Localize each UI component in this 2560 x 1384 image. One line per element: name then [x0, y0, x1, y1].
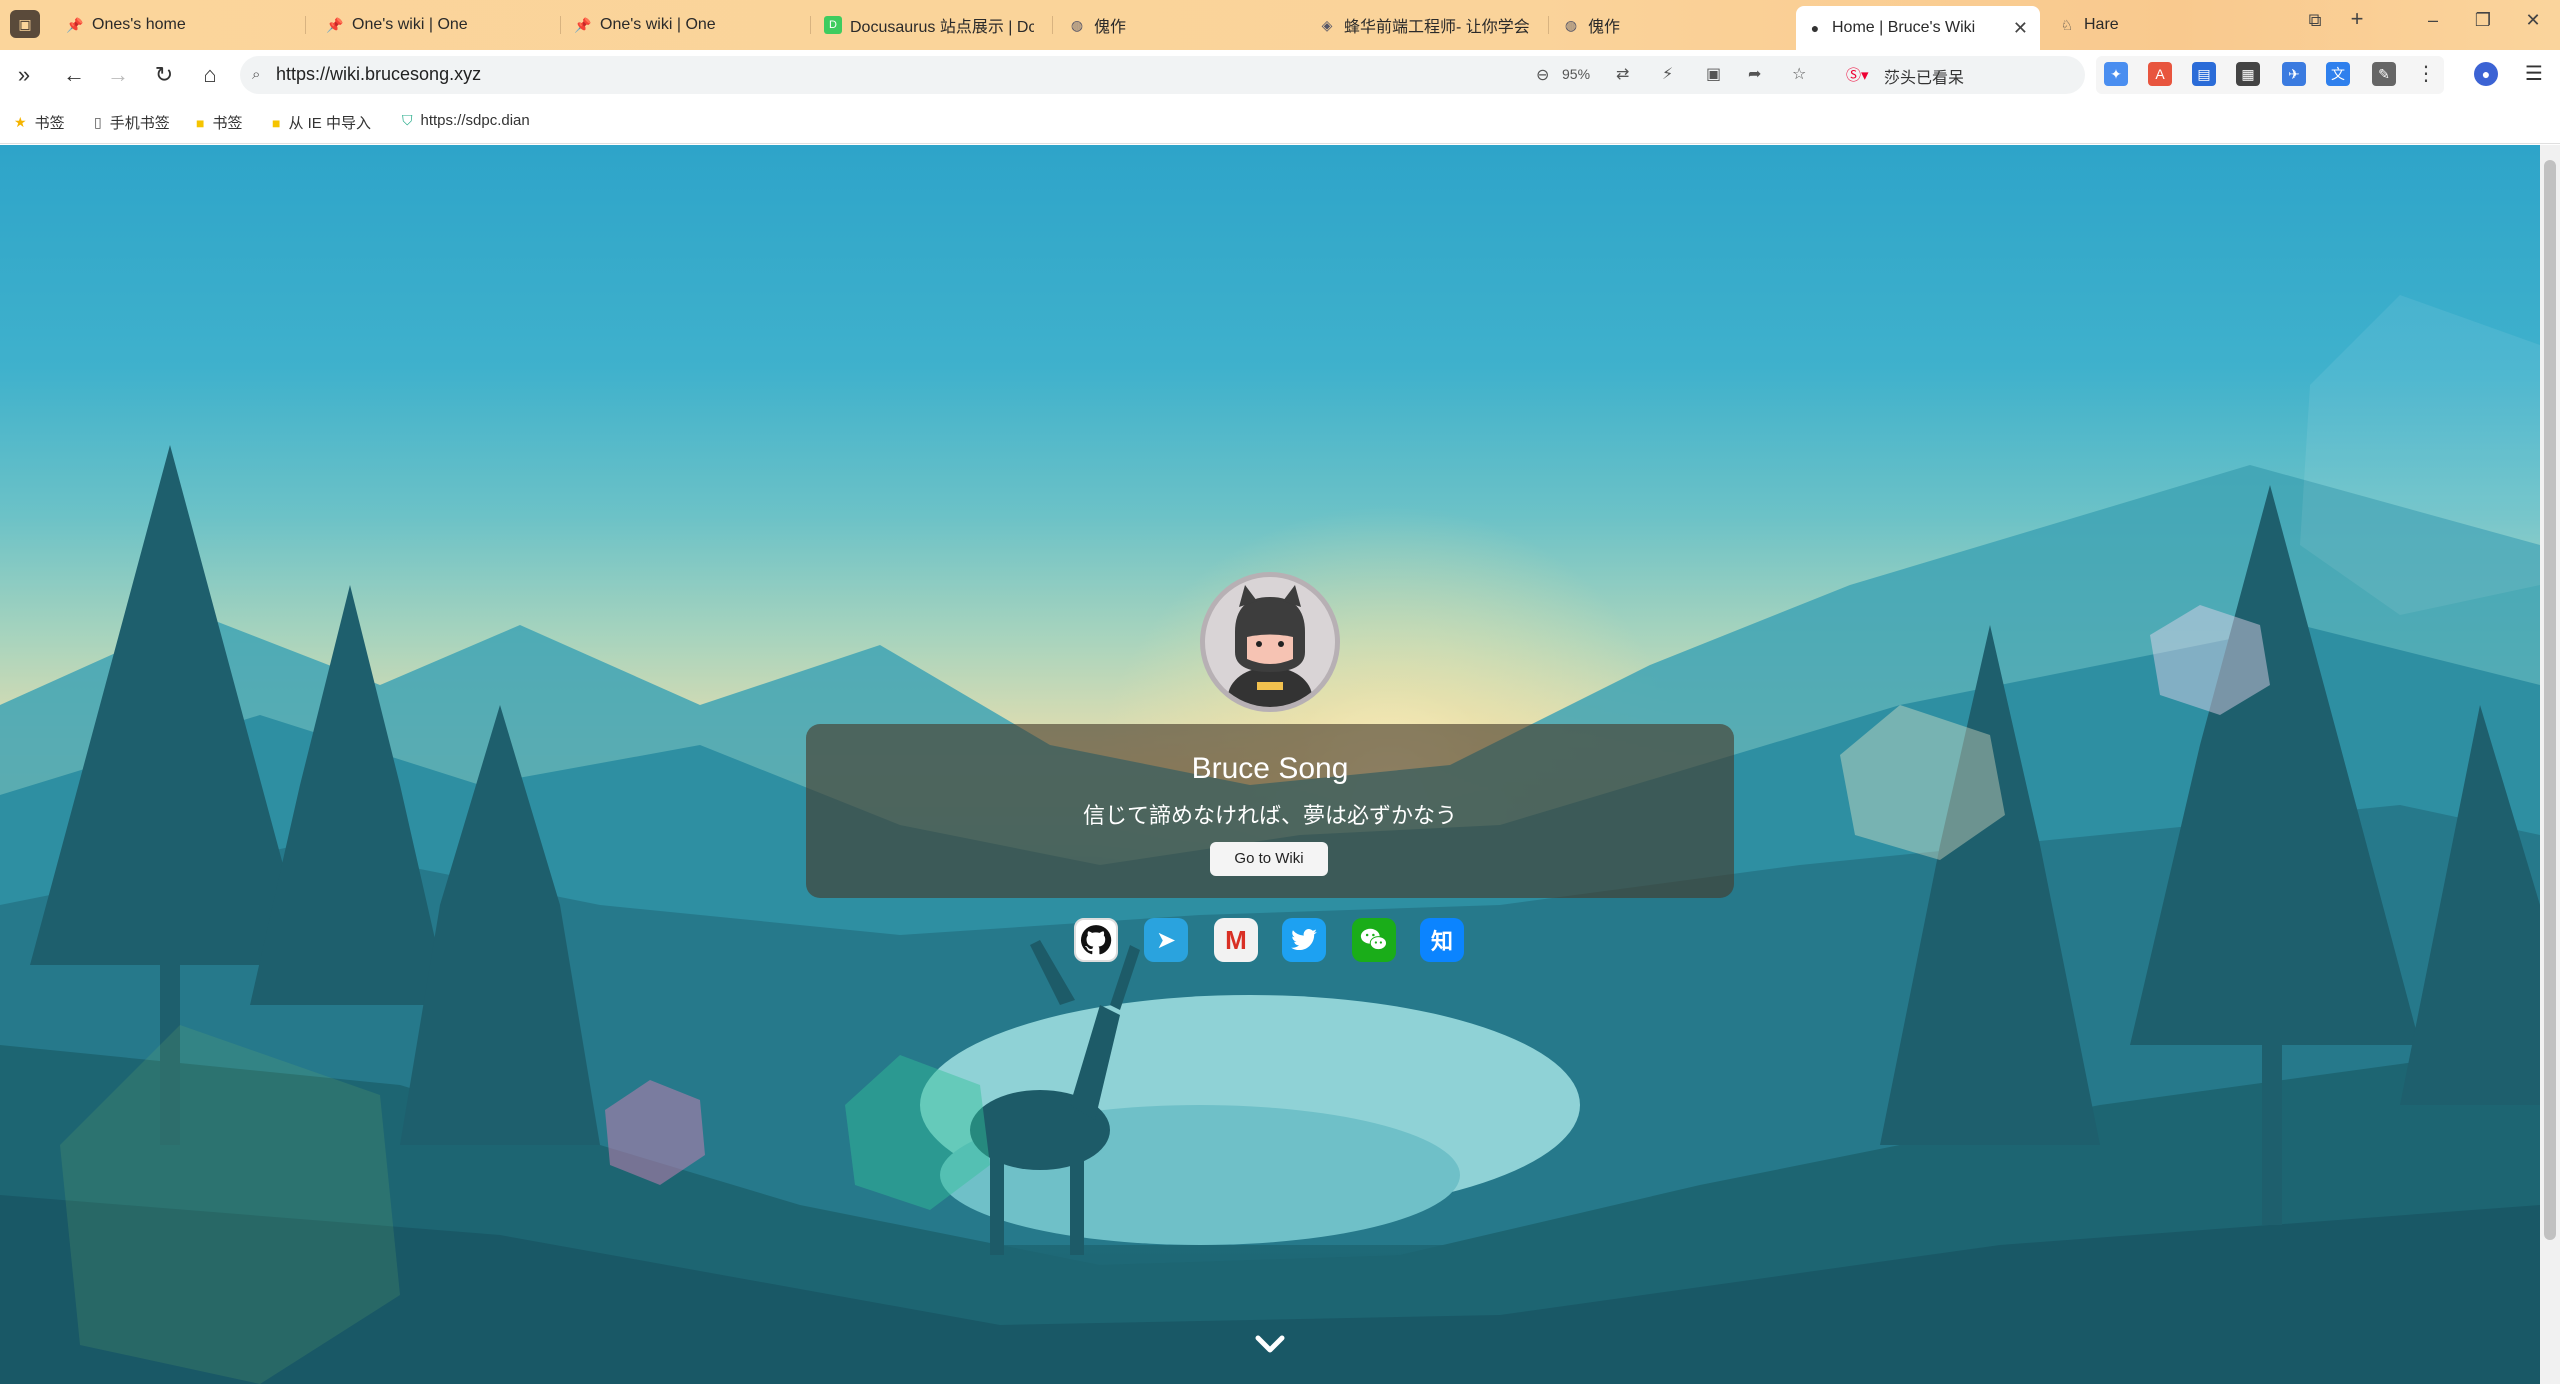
- close-window-icon[interactable]: ✕: [2518, 10, 2548, 31]
- tab-label: 蜂华前端工程师- 让你学会: [1344, 19, 1530, 36]
- site-icon: ◈: [1321, 16, 1333, 33]
- forward-icon[interactable]: →: [104, 61, 132, 89]
- star-icon: ★: [14, 114, 27, 130]
- tab-label: Hare: [2084, 16, 2119, 33]
- tab-kuizuo-2[interactable]: ◍ 傀作: [1562, 7, 1792, 43]
- pin-icon: 📌: [66, 16, 84, 33]
- new-tab-icon[interactable]: +: [2342, 6, 2372, 32]
- profile-motto: 信じて諦めなければ、夢は必ずかなう: [1082, 803, 1457, 828]
- share-icon[interactable]: ➦: [1748, 64, 1761, 84]
- sidebar-toggle-icon[interactable]: ▣: [10, 10, 40, 38]
- go-to-wiki-button[interactable]: Go to Wiki: [1210, 842, 1328, 876]
- batman-icon: ●: [1810, 20, 1820, 36]
- search-icon: ⌕: [252, 66, 261, 83]
- tab-label: 傀作: [1588, 19, 1621, 36]
- tab-label: Docusaurus 站点展示 | Dc: [850, 19, 1034, 36]
- docusaurus-icon: D: [824, 16, 842, 34]
- tab-divider: [1052, 16, 1053, 34]
- hare-icon: ♘: [2060, 16, 2074, 33]
- bookmark-item[interactable]: ▯ 手机书签: [94, 112, 170, 133]
- more-menu-icon[interactable]: ⋮: [2414, 62, 2438, 86]
- scrollbar-thumb[interactable]: [2544, 160, 2556, 1240]
- tab-hare[interactable]: ♘ Hare: [2058, 7, 2288, 43]
- anime-avatar-icon: ◍: [1070, 16, 1084, 33]
- folder-icon: ■: [272, 114, 281, 131]
- profile-avatar-icon[interactable]: ●: [2474, 62, 2498, 86]
- phone-icon: ▯: [94, 114, 102, 130]
- zhihu-icon[interactable]: 知: [1420, 918, 1464, 962]
- github-logo: [1080, 925, 1112, 955]
- zhihu-glyph: 知: [1430, 929, 1453, 954]
- tab-docusaurus[interactable]: D Docusaurus 站点展示 | Dc: [824, 7, 1034, 43]
- lightning-icon[interactable]: ⚡: [1662, 64, 1673, 84]
- search-engine-icon[interactable]: Ⓢ▾: [1846, 64, 1869, 85]
- bookmark-folder[interactable]: ■ 从 IE 中导入: [272, 112, 371, 133]
- wechat-icon[interactable]: [1352, 918, 1396, 962]
- extension-sign-icon[interactable]: ✎: [2372, 62, 2396, 86]
- anime-avatar-icon: ◍: [1564, 16, 1578, 33]
- tab-fenghua[interactable]: ◈ 蜂华前端工程师- 让你学会: [1318, 7, 1534, 43]
- tab-label: Ones's home: [92, 16, 186, 33]
- github-icon[interactable]: [1074, 918, 1118, 962]
- shield-icon: ⛉: [402, 112, 413, 128]
- back-icon[interactable]: ←: [60, 61, 88, 89]
- batman-avatar-illustration: [1228, 585, 1312, 707]
- tab-ones-home[interactable]: 📌 Ones's home: [66, 7, 296, 43]
- bookmark-item[interactable]: ⛉ https://sdpc.dian: [402, 112, 548, 129]
- bookmarks-bar: [0, 100, 2560, 144]
- tab-ones-wiki-2[interactable]: 📌 One's wiki | One: [574, 7, 804, 43]
- tab-divider: [1548, 16, 1549, 34]
- restore-icon[interactable]: ❐: [2468, 10, 2498, 31]
- extension-bird-icon[interactable]: ✈: [2282, 62, 2306, 86]
- pin-icon: 📌: [574, 16, 592, 33]
- extension-wallet-icon[interactable]: ▤: [2192, 62, 2216, 86]
- tab-ones-wiki-1[interactable]: 📌 One's wiki | One: [326, 7, 556, 43]
- telegram-icon[interactable]: ➤: [1144, 918, 1188, 962]
- tab-bruces-wiki[interactable]: ● Home | Bruce's Wiki ✕: [1796, 6, 2040, 50]
- url-text[interactable]: https://wiki.brucesong.xyz: [276, 64, 481, 85]
- bookmark-item[interactable]: ★ 书签: [14, 112, 65, 133]
- reader-icon[interactable]: ▣: [1706, 64, 1721, 84]
- twitter-icon[interactable]: [1282, 918, 1326, 962]
- tab-divider: [810, 16, 811, 34]
- tab-label: 傀作: [1094, 19, 1127, 36]
- avatar: [1200, 572, 1340, 712]
- tab-divider: [560, 16, 561, 34]
- search-engine-label[interactable]: 莎头已看呆: [1884, 64, 1964, 88]
- close-tab-icon[interactable]: ✕: [2013, 18, 2028, 39]
- bookmark-folder[interactable]: ■ 书签: [196, 112, 242, 133]
- address-bar[interactable]: [240, 56, 2085, 94]
- tab-label: Home | Bruce's Wiki: [1832, 19, 1976, 36]
- minimize-icon[interactable]: –: [2418, 10, 2448, 31]
- twitter-bird: [1291, 929, 1317, 951]
- zoom-level[interactable]: 95%: [1562, 66, 1590, 82]
- main-menu-icon[interactable]: ☰: [2522, 62, 2546, 86]
- tab-kuizuo-1[interactable]: ◍ 傀作: [1068, 7, 1298, 43]
- sidebar-expand-icon[interactable]: »: [10, 61, 38, 89]
- extension-translate-icon[interactable]: 文: [2326, 62, 2350, 86]
- pin-icon: 📌: [326, 16, 344, 33]
- folder-icon: ■: [196, 114, 205, 131]
- bookmark-star-icon[interactable]: ☆: [1792, 64, 1806, 84]
- home-icon[interactable]: ⌂: [196, 61, 224, 89]
- tab-label: One's wiki | One: [352, 16, 468, 33]
- translate-icon[interactable]: ⇄: [1616, 64, 1629, 84]
- tab-divider: [305, 16, 306, 34]
- extension-ai-icon[interactable]: ✦: [2104, 62, 2128, 86]
- zoom-icon[interactable]: ⊖: [1536, 65, 1549, 85]
- scroll-down-chevron-icon[interactable]: [1250, 1330, 1290, 1360]
- profile-name: Bruce Song: [1191, 752, 1349, 785]
- tab-overview-icon[interactable]: ⧉: [2300, 10, 2330, 31]
- wechat-logo: [1360, 928, 1387, 951]
- extension-pdf-icon[interactable]: A: [2148, 62, 2172, 86]
- reload-icon[interactable]: ↻: [150, 61, 178, 89]
- gmail-icon[interactable]: M: [1214, 918, 1258, 962]
- tab-label: One's wiki | One: [600, 16, 716, 33]
- extension-qr-icon[interactable]: ▦: [2236, 62, 2260, 86]
